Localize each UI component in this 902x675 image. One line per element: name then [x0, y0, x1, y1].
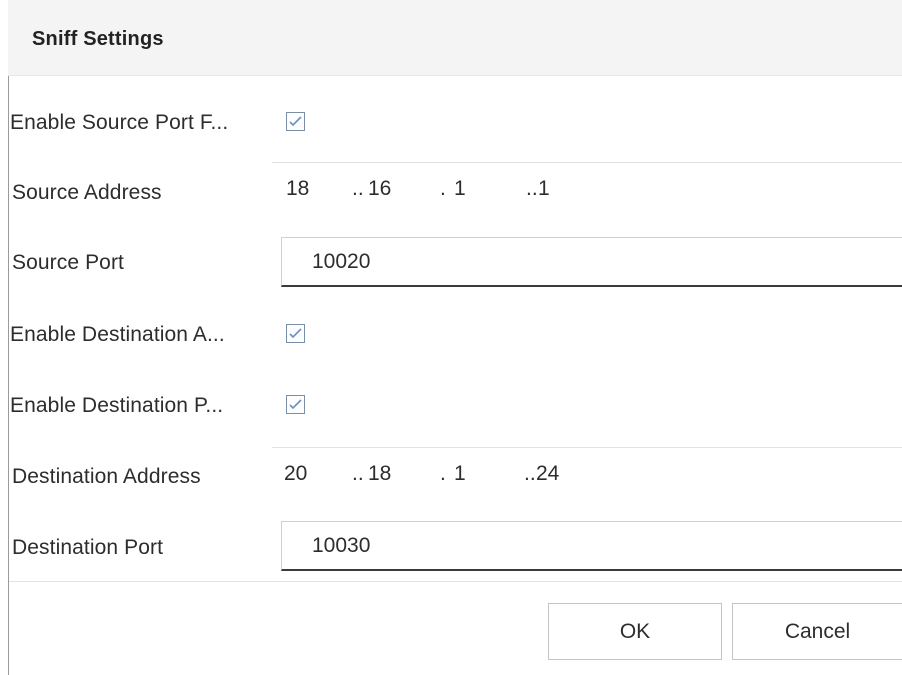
form-divider: [9, 581, 902, 582]
enable-source-port-label: Enable Source Port F...: [10, 111, 229, 134]
enable-destination-port-label: Enable Destination P...: [10, 394, 224, 417]
source-address-octet-1[interactable]: 18: [286, 177, 309, 201]
source-address-octet-4[interactable]: 1: [538, 177, 550, 201]
enable-destination-address-checkbox[interactable]: [286, 324, 305, 343]
destination-address-octet-1[interactable]: 20: [284, 462, 307, 486]
source-port-value[interactable]: 10020: [312, 250, 370, 274]
sniff-settings-dialog: Sniff Settings Enable Source Port F... S…: [0, 0, 902, 675]
destination-address-octet-2[interactable]: 18: [368, 462, 391, 486]
source-address-octet-3[interactable]: 1: [454, 177, 466, 201]
enable-destination-port-checkbox[interactable]: [286, 395, 305, 414]
source-address-octet-2[interactable]: 16: [368, 177, 391, 201]
destination-address-label: Destination Address: [12, 465, 201, 488]
destination-port-input[interactable]: 10030: [281, 521, 902, 571]
enable-source-port-checkbox[interactable]: [286, 112, 305, 131]
destination-address-input[interactable]: 20 .. 18 . 1 .. 24: [272, 447, 902, 499]
source-port-label: Source Port: [12, 251, 124, 274]
ok-button[interactable]: OK: [548, 603, 722, 660]
ip-separator: ..: [352, 462, 364, 485]
cancel-button[interactable]: Cancel: [732, 603, 902, 660]
checkmark-icon: [289, 399, 302, 410]
enable-destination-address-label: Enable Destination A...: [10, 323, 225, 346]
ip-separator: .: [440, 177, 446, 200]
ip-separator: ..: [526, 177, 538, 200]
destination-port-value[interactable]: 10030: [312, 534, 370, 558]
dialog-left-border: [8, 76, 9, 675]
dialog-title-bar: Sniff Settings: [8, 0, 902, 76]
ip-separator: ..: [524, 462, 536, 485]
source-address-input[interactable]: 18 .. 16 . 1 .. 1: [272, 162, 902, 214]
destination-address-octet-3[interactable]: 1: [454, 462, 466, 486]
source-address-label: Source Address: [12, 181, 162, 204]
destination-port-label: Destination Port: [12, 536, 164, 559]
source-port-input[interactable]: 10020: [281, 237, 902, 287]
ip-separator: .: [440, 462, 446, 485]
checkmark-icon: [289, 328, 302, 339]
dialog-title: Sniff Settings: [32, 28, 164, 50]
ip-separator: ..: [352, 177, 364, 200]
destination-address-octet-4[interactable]: 24: [536, 462, 559, 486]
checkmark-icon: [289, 116, 302, 127]
